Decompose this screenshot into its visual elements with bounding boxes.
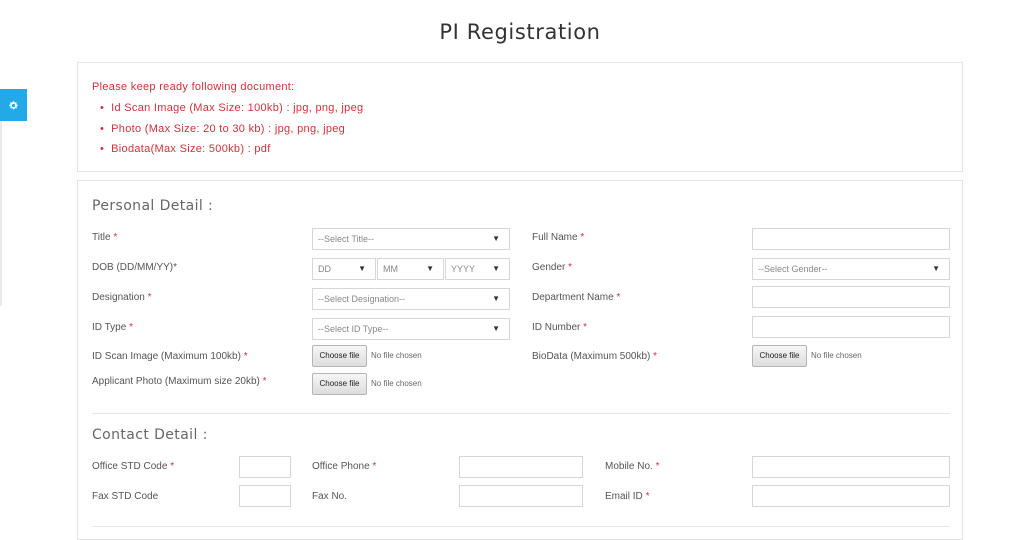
title-label: Title * [92, 232, 118, 243]
chevron-down-icon: ▼ [492, 234, 500, 243]
full-name-label: Full Name * [532, 232, 585, 243]
biodata-file-status: No file chosen [811, 351, 862, 360]
id-scan-file-status: No file chosen [371, 351, 422, 360]
full-name-input[interactable] [752, 228, 950, 250]
section-divider [92, 413, 950, 414]
gear-icon [8, 100, 19, 111]
id-scan-choose-button[interactable]: Choose file [312, 345, 367, 367]
page-title: PI Registration [439, 20, 601, 44]
email-label: Email ID * [605, 491, 650, 502]
gender-label: Gender * [532, 262, 573, 273]
settings-tab[interactable] [0, 89, 27, 121]
email-input[interactable] [752, 485, 950, 507]
registration-form: Personal Detail : Title * --Select Title… [77, 180, 963, 540]
dob-month-select[interactable]: MM ▼ [377, 258, 444, 280]
chevron-down-icon: ▼ [492, 264, 500, 273]
fax-std-input[interactable] [239, 485, 291, 507]
document-notice: Please keep ready following document: Id… [77, 62, 963, 172]
id-number-input[interactable] [752, 316, 950, 338]
office-std-label: Office STD Code * [92, 461, 175, 472]
notice-list: Id Scan Image (Max Size: 100kb) : jpg, p… [100, 100, 363, 162]
id-type-select[interactable]: --Select ID Type-- ▼ [312, 318, 510, 340]
side-divider [0, 121, 2, 306]
mobile-input[interactable] [752, 456, 950, 478]
designation-select[interactable]: --Select Designation-- ▼ [312, 288, 510, 310]
photo-choose-button[interactable]: Choose file [312, 373, 367, 395]
notice-heading: Please keep ready following document: [92, 81, 295, 93]
chevron-down-icon: ▼ [358, 264, 366, 273]
chevron-down-icon: ▼ [492, 294, 500, 303]
office-phone-input[interactable] [459, 456, 583, 478]
designation-label: Designation * [92, 292, 152, 303]
chevron-down-icon: ▼ [426, 264, 434, 273]
chevron-down-icon: ▼ [492, 324, 500, 333]
department-input[interactable] [752, 286, 950, 308]
dob-year-select[interactable]: YYYY ▼ [445, 258, 510, 280]
department-label: Department Name * [532, 292, 621, 303]
photo-file-status: No file chosen [371, 379, 422, 388]
fax-no-label: Fax No. [312, 491, 348, 502]
dob-label: DOB (DD/MM/YY)* [92, 262, 177, 273]
office-phone-label: Office Phone * [312, 461, 377, 472]
gender-select[interactable]: --Select Gender-- ▼ [752, 258, 950, 280]
applicant-photo-label: Applicant Photo (Maximum size 20kb) * [92, 376, 267, 387]
title-select[interactable]: --Select Title-- ▼ [312, 228, 510, 250]
contact-detail-heading: Contact Detail : [92, 427, 208, 443]
mobile-label: Mobile No. * [605, 461, 660, 472]
fax-std-label: Fax STD Code [92, 491, 159, 502]
section-divider [92, 526, 950, 527]
id-scan-label: ID Scan Image (Maximum 100kb) * [92, 351, 248, 362]
notice-item: Photo (Max Size: 20 to 30 kb) : jpg, png… [100, 121, 363, 142]
notice-item: Id Scan Image (Max Size: 100kb) : jpg, p… [100, 100, 363, 121]
office-std-input[interactable] [239, 456, 291, 478]
personal-detail-heading: Personal Detail : [92, 198, 214, 214]
biodata-choose-button[interactable]: Choose file [752, 345, 807, 367]
fax-no-input[interactable] [459, 485, 583, 507]
id-type-label: ID Type * [92, 322, 133, 333]
id-number-label: ID Number * [532, 322, 588, 333]
chevron-down-icon: ▼ [932, 264, 940, 273]
dob-day-select[interactable]: DD ▼ [312, 258, 376, 280]
biodata-label: BioData (Maximum 500kb) * [532, 351, 658, 362]
notice-item: Biodata(Max Size: 500kb) : pdf [100, 141, 363, 162]
